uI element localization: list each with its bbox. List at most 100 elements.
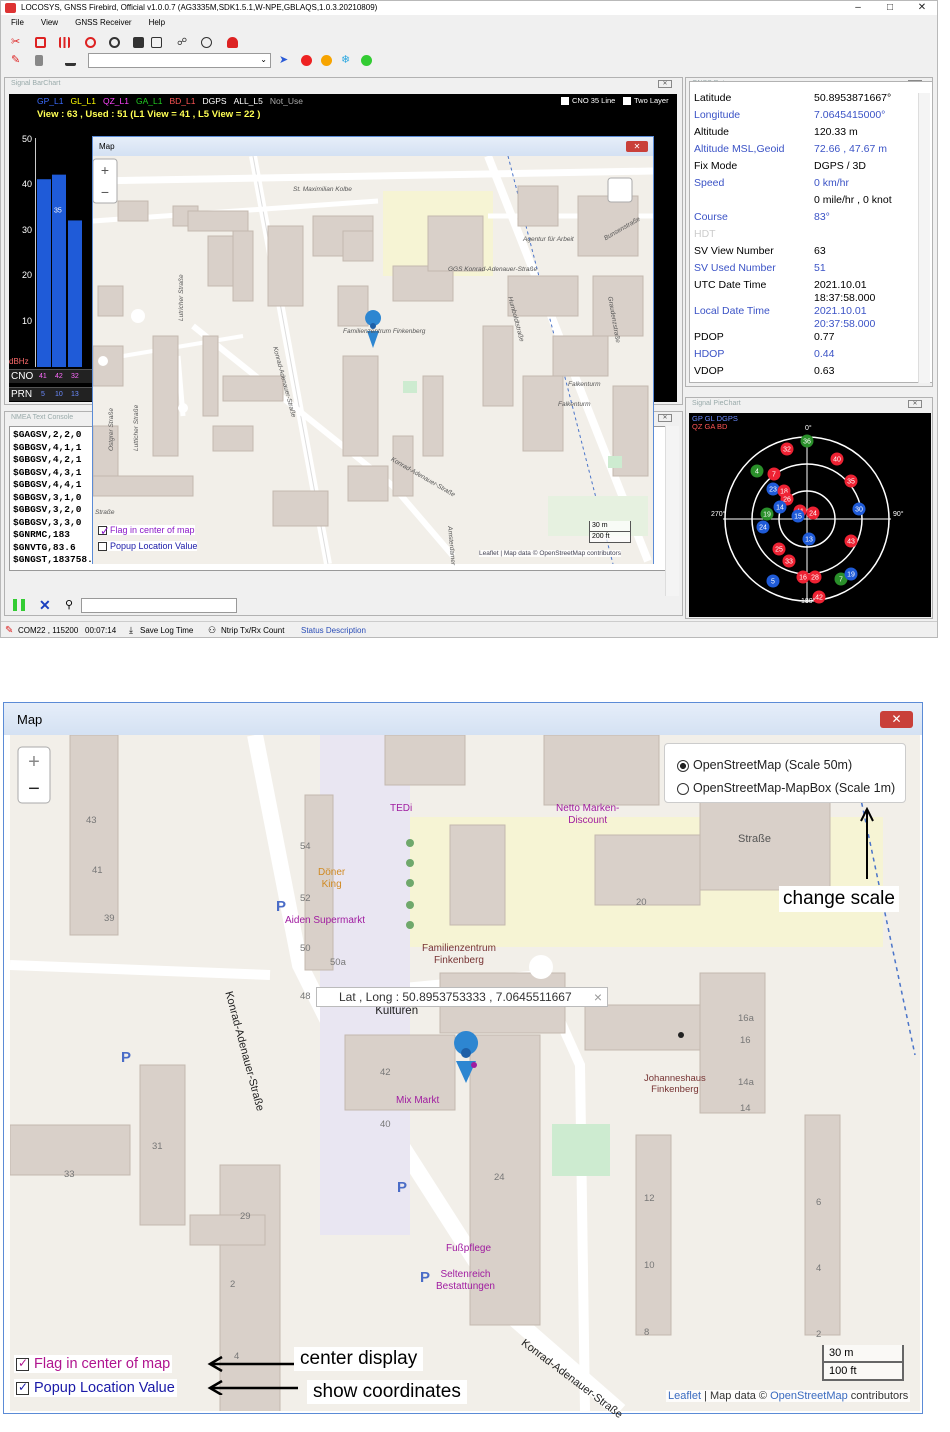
download-icon[interactable] [65,55,76,66]
search-input[interactable] [81,598,237,613]
list-icon[interactable] [35,55,43,66]
small-map-canvas[interactable]: + − [93,156,653,564]
attribution-end: contributors [847,1390,909,1402]
osm-link[interactable]: OpenStreetMap [770,1390,848,1402]
two-layer-checkbox[interactable]: Two Layer [623,96,669,106]
svg-text:−: − [28,778,40,800]
flag-center-checkbox[interactable]: Flag in center of map [14,1355,173,1373]
bar-5 [37,179,51,367]
popup-close-icon[interactable]: × [594,988,602,1006]
snow-icon[interactable]: ❄ [341,55,352,66]
menu-gnss-receiver[interactable]: GNSS Receiver [75,18,131,27]
gnss-label: PDOP [694,331,724,343]
map-label: Agentur für Arbeit [523,236,574,243]
satellite-label: 4 [755,469,759,476]
location-popup-text: Lat , Long : 50.8953753333 , 7.064551166… [339,990,572,1004]
gnss-scrollbar[interactable] [918,93,930,383]
gnss-label: Altitude [694,126,730,138]
zoom-map-label-n43: 43 [86,815,97,826]
gnss-value: DGPS / 3D [814,160,866,172]
constellation-gp_l1: GP_L1 [37,96,64,106]
popup-location-checkbox[interactable]: Popup Location Value [98,541,198,552]
satellite-label: 25 [775,547,783,554]
zoom-map-label-n50a: 50a [330,957,346,968]
zoom-map-label-n10: 10 [644,1260,655,1271]
send-icon[interactable]: ➤ [279,55,290,66]
zoom-map-label-n2b: 2 [816,1329,822,1340]
ntrip-label: Ntrip Tx/Rx Count [221,626,285,635]
popup-location-checkbox[interactable]: Popup Location Value [14,1379,177,1397]
menu-help[interactable]: Help [149,18,165,27]
flag-center-label: Flag in center of map [34,1356,171,1372]
constellation-ga_l1: GA_L1 [136,96,163,106]
gnss-value: 63 [814,245,826,257]
satellite-label: 24 [759,525,767,532]
menu-file[interactable]: File [11,18,24,27]
menu-view[interactable]: View [41,18,58,27]
gnss-value: 0.63 [814,365,835,377]
close-button[interactable]: ✕ [907,1,937,15]
target-icon[interactable] [85,37,96,48]
satellite-label: 19 [847,572,855,579]
y-tick-40: 40 [22,179,33,189]
save-log-label: Save Log Time [140,626,194,635]
constellation-qz_l1: QZ_L1 [103,96,129,106]
gnss-label: HDT [694,228,716,240]
route-icon[interactable]: ☍ [177,37,188,48]
scale-m: 30 m [824,1345,902,1363]
zoom-map-label-johann: Johanneshaus Finkenberg [644,1073,706,1096]
gnss-value: 0 mile/hr , 0 knot [814,194,892,206]
satellite-label: 7 [839,577,843,584]
constellation-all_l5: ALL_L5 [233,96,263,106]
console-scrollbar[interactable] [665,426,679,596]
flag-center-checkbox[interactable]: Flag in center of map [98,524,195,538]
command-select[interactable]: ⌄ [88,53,271,68]
gnss-value: 120.33 m [814,126,858,138]
panel-close-button[interactable]: ✕ [658,80,672,88]
bar-label: 35 [54,208,62,215]
layer-option-mapbox[interactable]: OpenStreetMap-MapBox (Scale 1m) [677,781,895,795]
up-arrow-icon [860,807,874,879]
sun-icon[interactable] [321,55,332,66]
search-icon[interactable]: ⚲ [65,598,73,611]
layer-option-osm[interactable]: OpenStreetMap (Scale 50m) [677,758,852,772]
record-icon[interactable] [35,37,46,48]
popup-location-label: Popup Location Value [110,541,198,551]
map-window-close-button[interactable]: ✕ [626,141,648,152]
gnss-value: 2021.10.01 [814,279,867,291]
zoom-map-label-aiden: Aiden Supermarkt [285,915,366,926]
leaflet-link[interactable]: Leaflet [668,1390,701,1402]
maximize-button[interactable]: □ [875,1,905,15]
user-icon[interactable] [227,37,238,48]
fire-icon[interactable] [301,55,312,66]
cno-line-checkbox[interactable]: CNO 35 Line [561,96,615,106]
clock-icon[interactable] [201,37,212,48]
satellite-label: 5 [771,579,775,586]
zoom-map-label-tedi: TEDi [390,803,413,814]
satellite-label: 13 [805,537,813,544]
globe-icon[interactable] [109,37,120,48]
panel-close-button[interactable]: ✕ [908,400,922,408]
panel-close-button[interactable]: ✕ [658,414,672,422]
clear-icon[interactable]: ✕ [39,597,51,614]
zoomed-map-canvas[interactable]: + − [10,735,920,1411]
users-icon[interactable] [133,37,144,48]
layer-option-osm-label: OpenStreetMap (Scale 50m) [693,758,853,772]
signal-icon[interactable] [59,37,70,48]
panel-title: Signal BarChart [11,80,61,87]
pause-icon[interactable] [13,599,25,611]
settings-icon[interactable] [151,37,162,48]
minimize-button[interactable]: – [843,1,873,15]
gnss-data-table: Latitude 50.8953871667° Longitude 7.0645415… [689,81,933,383]
prn-row: PRN 5 10 13 [9,387,94,401]
gnss-value: 20:37:58.000 [814,318,876,330]
small-scale-bar: 30 m 200 ft [589,521,631,543]
disconnect-icon[interactable]: ✂ [11,37,22,48]
y-tick-50: 50 [22,134,33,144]
gear-green-icon[interactable] [361,55,372,66]
gnss-label: SV View Number [694,245,774,257]
zoomed-map-close-button[interactable]: ✕ [880,711,913,728]
pencil-icon[interactable]: ✎ [11,55,22,66]
map-window: Map ✕ + − St. Maximilian Kolbe Agentur f… [92,136,654,565]
gnss-label: HDOP [694,348,725,360]
